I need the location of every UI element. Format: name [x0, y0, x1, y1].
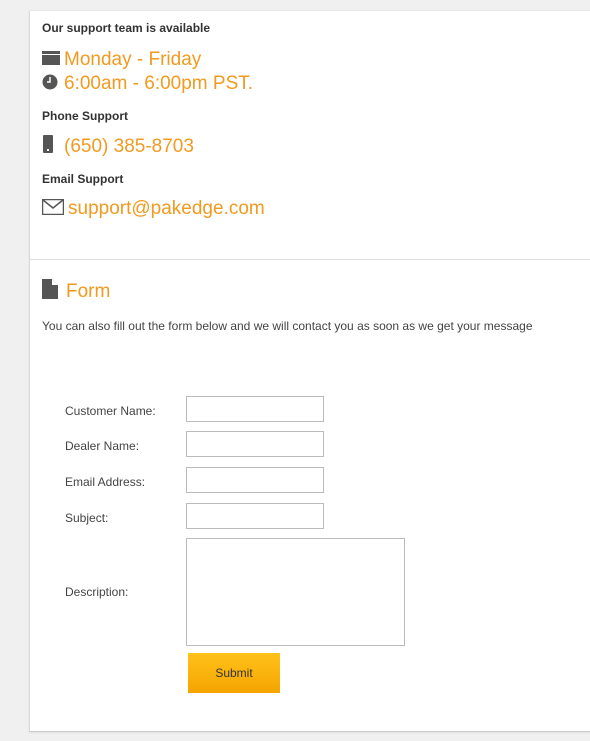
phone-row: (650) 385-8703 — [42, 135, 590, 158]
days-text: Monday - Friday — [64, 49, 202, 70]
email-link[interactable]: support@pakedge.com — [68, 198, 265, 220]
subject-input[interactable] — [186, 503, 324, 529]
form-title: Form — [66, 280, 111, 302]
days-row: Monday - Friday — [42, 49, 590, 71]
clock-icon — [42, 74, 64, 95]
phone-number[interactable]: (650) 385-8703 — [64, 136, 194, 158]
hours-row: 6:00am - 6:00pm PST. — [42, 73, 590, 95]
document-icon — [42, 279, 66, 304]
phone-icon — [42, 135, 64, 158]
email-heading: Email Support — [42, 172, 124, 186]
section-divider — [30, 259, 590, 260]
dealer-name-input[interactable] — [186, 431, 324, 457]
description-textarea[interactable] — [186, 538, 405, 646]
description-label: Description: — [65, 585, 129, 599]
form-intro: You can also fill out the form below and… — [42, 319, 533, 333]
phone-heading: Phone Support — [42, 109, 128, 123]
customer-name-label: Customer Name: — [65, 404, 156, 418]
submit-button[interactable]: Submit — [188, 653, 280, 693]
support-panel: Our support team is available Monday - F… — [29, 10, 590, 732]
dealer-name-label: Dealer Name: — [65, 439, 140, 453]
hours-text: 6:00am - 6:00pm PST. — [64, 73, 254, 94]
support-info: Our support team is available Monday - F… — [41, 21, 590, 220]
calendar-icon — [42, 50, 64, 70]
customer-name-input[interactable] — [186, 396, 324, 422]
email-address-input[interactable] — [186, 467, 324, 493]
form-heading: Form — [42, 279, 110, 304]
email-row: support@pakedge.com — [41, 198, 590, 220]
envelope-icon — [41, 198, 68, 220]
subject-label: Subject: — [65, 511, 109, 525]
email-address-label: Email Address: — [65, 475, 146, 489]
support-heading: Our support team is available — [42, 21, 211, 35]
